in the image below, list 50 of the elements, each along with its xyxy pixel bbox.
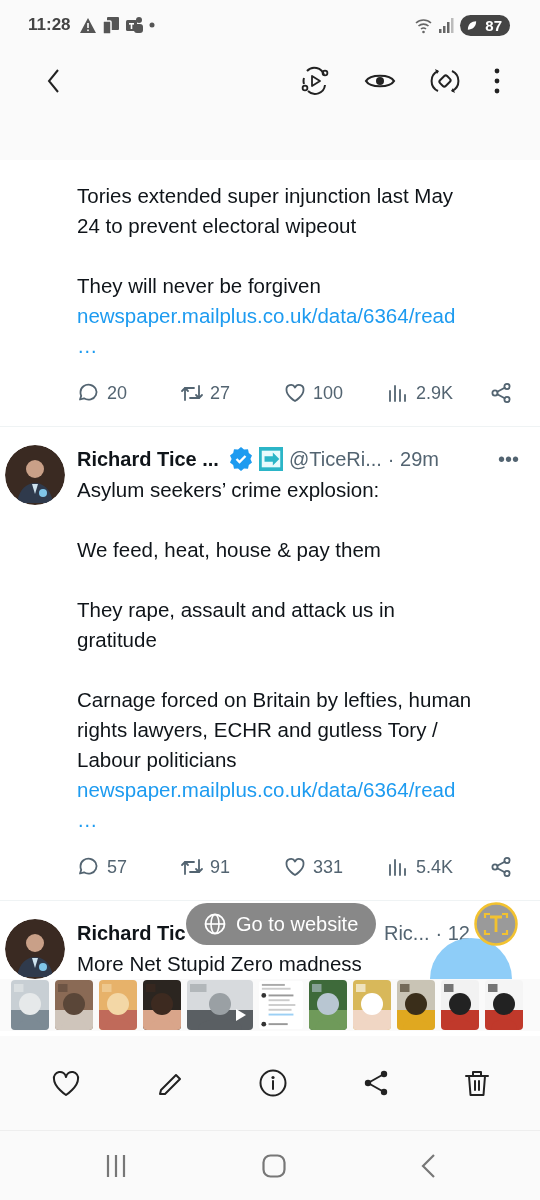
post-time: · 29m	[387, 447, 439, 471]
avatar[interactable]	[5, 919, 65, 979]
info-icon[interactable]	[259, 1069, 287, 1097]
author-handle[interactable]: Ric...	[383, 921, 430, 945]
rotate-icon[interactable]	[430, 66, 460, 96]
heart-icon[interactable]	[52, 1069, 80, 1097]
like-count: 331	[313, 856, 344, 878]
text-scan-button[interactable]	[474, 902, 518, 946]
retweet-count: 91	[210, 856, 231, 878]
notification-dot-icon	[148, 22, 155, 28]
more-button[interactable]: •••	[498, 447, 519, 471]
post-text: They will never be forgiven	[77, 273, 321, 299]
signal-icon	[438, 16, 456, 34]
post-text: Tories extended super injunction last May 24 to prevent electoral wipeout	[77, 183, 454, 239]
status-time: 11:28	[28, 15, 71, 35]
post-text: More Net Stupid Zero madness	[77, 951, 362, 977]
home-icon[interactable]	[261, 1154, 286, 1178]
post-text: Carnage forced on Britain by lefties, human rights lawyers, ECHR and gutless Tory / Labour politicians	[77, 687, 472, 773]
globe-icon	[204, 913, 226, 935]
reply-count: 20	[107, 382, 128, 404]
retweet-count: 27	[210, 382, 231, 404]
reply-count: 57	[107, 856, 128, 878]
motion-play-icon[interactable]	[300, 66, 330, 96]
views-count: 5.4K	[416, 856, 454, 878]
author-name[interactable]: Richard Tice ...	[77, 447, 219, 471]
go-to-website-button[interactable]: Go to website	[186, 903, 377, 945]
avatar[interactable]	[5, 445, 65, 505]
trash-icon[interactable]	[464, 1069, 490, 1097]
author-handle[interactable]: @TiceRi...	[288, 447, 382, 471]
views-count: 2.9K	[416, 382, 454, 404]
teams-icon	[124, 16, 144, 34]
share-icon[interactable]	[363, 1070, 388, 1096]
post-text: They rape, assault and attack us in gratitude	[77, 597, 395, 653]
battery-indicator: 87	[460, 14, 510, 36]
affiliate-badge-icon	[258, 447, 283, 471]
devices-icon	[101, 16, 120, 34]
recent-apps-icon[interactable]	[106, 1154, 126, 1178]
warning-icon	[78, 17, 97, 33]
share-icon[interactable]	[489, 381, 513, 405]
heart-icon[interactable]	[283, 855, 307, 879]
play-icon[interactable]	[235, 1008, 247, 1022]
author-name[interactable]: Richard Tic	[77, 921, 186, 945]
post-text: Asylum seekers’ crime explosion:	[77, 477, 380, 503]
heart-icon[interactable]	[283, 381, 307, 405]
more-icon[interactable]	[494, 68, 500, 94]
leaf-icon	[466, 18, 479, 32]
wifi-icon	[415, 16, 434, 34]
share-icon[interactable]	[489, 855, 513, 879]
like-count: 100	[313, 382, 344, 404]
post-text: We feed, heat, house & pay them	[77, 537, 381, 563]
